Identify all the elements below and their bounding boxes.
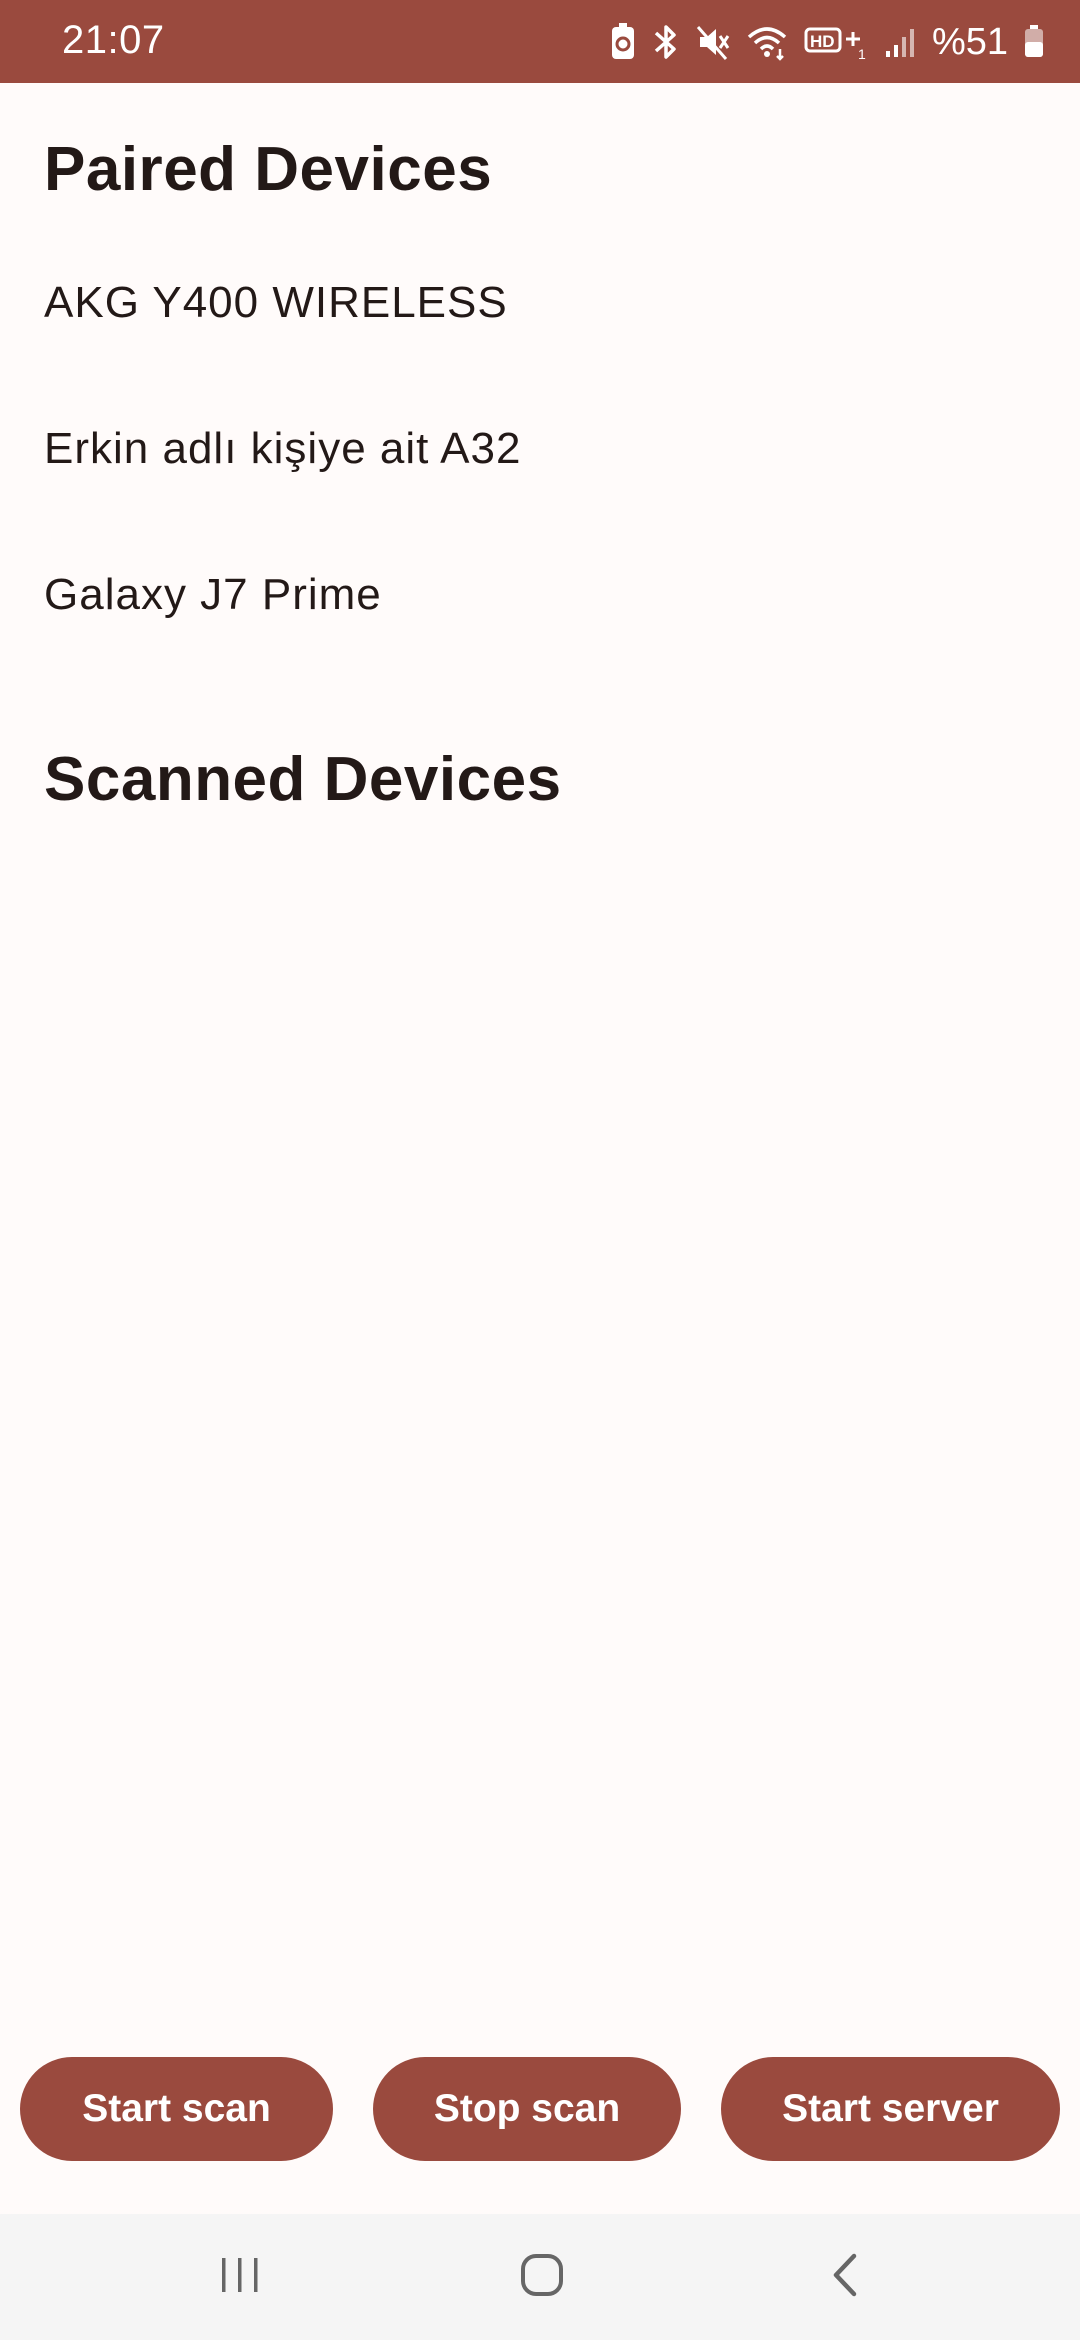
start-scan-button[interactable]: Start scan bbox=[20, 2057, 333, 2161]
back-button[interactable] bbox=[765, 2214, 925, 2340]
signal-icon bbox=[884, 23, 916, 61]
status-icons: HD 1 %51 bbox=[610, 14, 1044, 70]
svg-text:1: 1 bbox=[858, 46, 866, 61]
device-item[interactable]: AKG Y400 WIRELESS bbox=[0, 276, 1080, 422]
back-icon bbox=[828, 2252, 862, 2303]
navigation-bar bbox=[0, 2214, 1080, 2340]
status-time: 21:07 bbox=[62, 18, 165, 62]
device-name: Erkin adlı kişiye ait A32 bbox=[44, 424, 522, 473]
home-button[interactable] bbox=[462, 2214, 622, 2340]
hd-volte-icon: HD 1 bbox=[804, 23, 868, 61]
home-icon bbox=[519, 2252, 565, 2303]
device-name: AKG Y400 WIRELESS bbox=[44, 278, 508, 327]
battery-icon bbox=[1024, 23, 1044, 61]
svg-text:HD: HD bbox=[810, 32, 835, 51]
device-item[interactable]: Erkin adlı kişiye ait A32 bbox=[0, 422, 1080, 568]
battery-saver-icon bbox=[610, 23, 636, 61]
status-bar: 21:07 HD 1 %51 bbox=[0, 0, 1080, 83]
device-name: Galaxy J7 Prime bbox=[44, 570, 382, 619]
recents-button[interactable] bbox=[160, 2214, 320, 2340]
wifi-icon bbox=[746, 23, 788, 61]
paired-devices-title: Paired Devices bbox=[44, 135, 493, 204]
action-buttons: Start scan Stop scan Start server bbox=[0, 2057, 1080, 2161]
stop-scan-button[interactable]: Stop scan bbox=[373, 2057, 681, 2161]
device-item[interactable]: Galaxy J7 Prime bbox=[0, 568, 1080, 714]
battery-text: %51 bbox=[931, 21, 1008, 63]
scanned-devices-title: Scanned Devices bbox=[44, 745, 562, 814]
bluetooth-icon bbox=[652, 23, 680, 61]
paired-device-list: AKG Y400 WIRELESS Erkin adlı kişiye ait … bbox=[0, 276, 1080, 714]
mute-icon bbox=[696, 23, 730, 61]
start-server-button[interactable]: Start server bbox=[721, 2057, 1060, 2161]
recents-icon bbox=[218, 2254, 262, 2301]
